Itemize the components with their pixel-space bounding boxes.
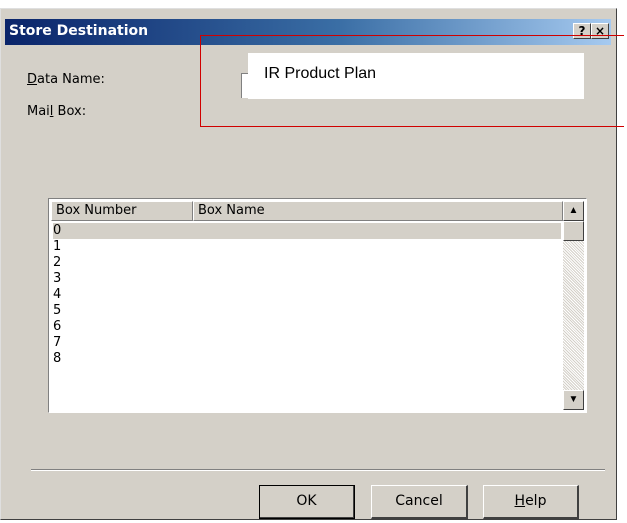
close-button[interactable]: × <box>591 23 609 39</box>
title-bar[interactable]: Store Destination ? × <box>5 19 611 45</box>
list-item[interactable]: 2 <box>53 255 561 271</box>
callout-line-top <box>200 35 624 36</box>
cancel-button[interactable]: Cancel <box>371 485 468 519</box>
list-scrollbar[interactable]: ▲ ▼ <box>563 201 584 410</box>
help-button[interactable]: Help <box>483 485 579 519</box>
mailbox-rows: 012345678 <box>53 223 561 367</box>
list-item[interactable]: 3 <box>53 271 561 287</box>
arrow-up-icon: ▲ <box>568 205 579 216</box>
scroll-down-button[interactable]: ▼ <box>563 390 584 410</box>
list-item[interactable]: 6 <box>53 319 561 335</box>
list-item[interactable]: 8 <box>53 351 561 367</box>
callout-line-bottom <box>200 126 624 127</box>
list-item[interactable]: 5 <box>53 303 561 319</box>
mailbox-list[interactable]: Box Number Box Name 012345678 ▲ ▼ <box>48 198 587 413</box>
list-item[interactable]: 7 <box>53 335 561 351</box>
list-item[interactable]: 4 <box>53 287 561 303</box>
dialog-title: Store Destination <box>9 23 149 39</box>
column-header-box-number[interactable]: Box Number <box>51 201 193 221</box>
scroll-up-button[interactable]: ▲ <box>563 201 584 221</box>
divider <box>31 469 605 471</box>
callout-line-left <box>200 35 201 127</box>
data-name-value-overlay: IR Product Plan <box>248 53 584 99</box>
list-item[interactable]: 1 <box>53 239 561 255</box>
help-title-button[interactable]: ? <box>573 23 591 39</box>
arrow-down-icon: ▼ <box>568 394 579 405</box>
mailbox-label: Mail Box: <box>27 104 87 119</box>
ok-button[interactable]: OK <box>259 485 355 519</box>
data-name-label: Data Name: <box>27 72 105 87</box>
scroll-thumb[interactable] <box>563 221 584 241</box>
column-header-box-name[interactable]: Box Name <box>193 201 563 221</box>
data-name-value: IR Product Plan <box>264 65 377 82</box>
list-item[interactable]: 0 <box>53 223 561 239</box>
